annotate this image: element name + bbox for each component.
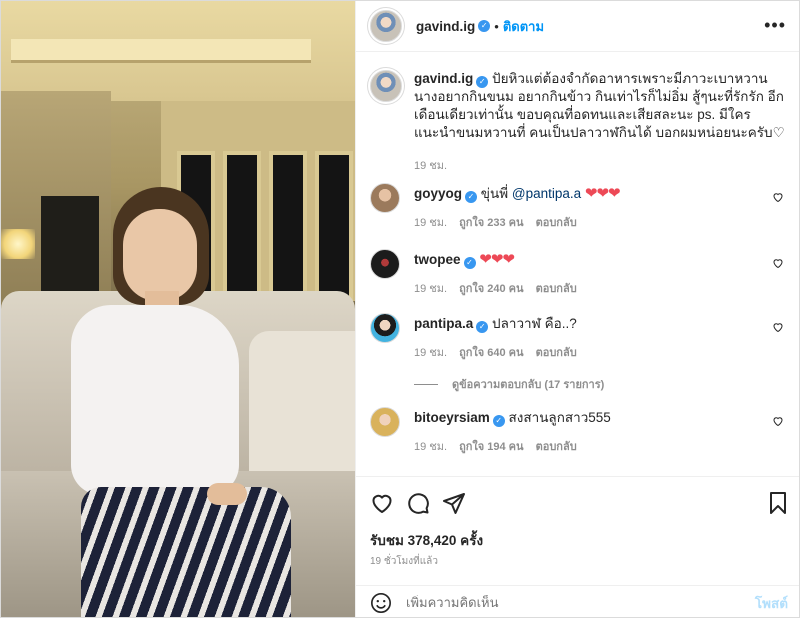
like-heart-icon[interactable]: [370, 491, 394, 515]
follow-button[interactable]: ติดตาม: [503, 16, 544, 37]
view-replies-button[interactable]: ดูข้อความตอบกลับ (17 รายการ): [414, 375, 604, 393]
caption-time[interactable]: 19 ชม.: [414, 156, 790, 174]
scene-lamp: [1, 229, 35, 259]
add-comment-bar: โพสต์: [356, 585, 799, 617]
replies-divider: [414, 383, 438, 385]
comment-item: pantipa.a ✓ ปลาวาฬ คือ..? 19 ชม. ถูกใจ 64…: [370, 313, 790, 361]
comment-meta: 19 ชม. ถูกใจ 233 คน ตอบกลับ: [414, 213, 790, 231]
comment-emoji: ❤❤❤: [584, 185, 621, 202]
comment-meta: 19 ชม. ถูกใจ 640 คน ตอบกลับ: [414, 343, 790, 361]
comment-input[interactable]: [406, 595, 755, 610]
instagram-post-window: gavind.ig ✓ • ติดตาม ••• gavind.ig ✓ ปัยห…: [0, 0, 800, 618]
commenter-avatar[interactable]: [370, 407, 400, 437]
commenter-avatar[interactable]: [370, 183, 400, 213]
comment-item: twopee ✓ ❤❤❤ 19 ชม. ถูกใจ 240 คน ตอบกลับ: [370, 249, 790, 297]
post-side-panel: gavind.ig ✓ • ติดตาม ••• gavind.ig ✓ ปัยห…: [355, 1, 799, 617]
verified-icon: ✓: [465, 191, 478, 203]
reply-button[interactable]: ตอบกลับ: [536, 213, 577, 231]
comment-text-line: twopee ✓ ❤❤❤: [414, 251, 790, 269]
comment-text-line: goyyog ✓ ขุ่นพี่ @pantipa.a ❤❤❤: [414, 185, 790, 203]
post-actions: รับชม 378,420 ครั้ง 19 ชั่วโมงที่แล้ว: [356, 476, 799, 588]
post-header: gavind.ig ✓ • ติดตาม •••: [356, 1, 799, 52]
caption-text-block: gavind.ig ✓ ปัยหิวแต่ต้องจำกัดอาหารเพราะม…: [414, 70, 790, 142]
comment-bubble-icon[interactable]: [406, 491, 430, 515]
comment-text-line: pantipa.a ✓ ปลาวาฬ คือ..?: [414, 315, 790, 333]
post-time-ago[interactable]: 19 ชั่วโมงที่แล้ว: [370, 554, 438, 569]
comment-likes[interactable]: ถูกใจ 194 คน: [459, 437, 523, 455]
comment-like-heart-icon[interactable]: [772, 415, 784, 427]
commenter-username[interactable]: twopee: [414, 252, 461, 267]
post-video[interactable]: [1, 1, 355, 617]
comment-likes[interactable]: ถูกใจ 640 คน: [459, 343, 523, 361]
comment-time[interactable]: 19 ชม.: [414, 437, 447, 455]
comment-meta: 19 ชม. ถูกใจ 194 คน ตอบกลับ: [414, 437, 790, 455]
comment-text: สงสานลูกสาว555: [508, 410, 611, 425]
reply-button[interactable]: ตอบกลับ: [536, 343, 577, 361]
comment-emoji: ❤❤❤: [479, 251, 515, 268]
separator-dot: •: [494, 18, 499, 34]
commenter-avatar[interactable]: [370, 249, 400, 279]
comment-likes[interactable]: ถูกใจ 240 คน: [459, 279, 523, 297]
view-replies-label: ดูข้อความตอบกลับ (17 รายการ): [452, 379, 605, 391]
view-count[interactable]: รับชม 378,420 ครั้ง: [370, 529, 483, 551]
comment-like-heart-icon[interactable]: [772, 321, 784, 333]
comment-time[interactable]: 19 ชม.: [414, 213, 447, 231]
verified-icon: ✓: [476, 76, 489, 88]
post-comment-button[interactable]: โพสต์: [755, 592, 788, 614]
comment-like-heart-icon[interactable]: [772, 257, 784, 269]
caption-avatar[interactable]: [370, 70, 402, 102]
verified-icon: ✓: [463, 257, 476, 269]
reply-button[interactable]: ตอบกลับ: [536, 437, 577, 455]
scene-ceiling: [1, 1, 355, 101]
comment-time[interactable]: 19 ชม.: [414, 343, 447, 361]
comment-text-line: bitoeyrsiam ✓ สงสานลูกสาว555: [414, 409, 790, 427]
verified-icon: ✓: [478, 20, 491, 32]
commenter-username[interactable]: pantipa.a: [414, 316, 473, 331]
commenter-username[interactable]: bitoeyrsiam: [414, 410, 490, 425]
save-bookmark-icon[interactable]: [766, 491, 790, 515]
commenter-username[interactable]: goyyog: [414, 186, 462, 201]
author-username[interactable]: gavind.ig: [416, 19, 475, 34]
comment-likes[interactable]: ถูกใจ 233 คน: [459, 213, 523, 231]
comments-scroll[interactable]: gavind.ig ✓ ปัยหิวแต่ต้องจำกัดอาหารเพราะม…: [356, 52, 799, 476]
more-options-icon[interactable]: •••: [764, 15, 786, 35]
verified-icon: ✓: [476, 321, 489, 333]
reply-button[interactable]: ตอบกลับ: [536, 279, 577, 297]
commenter-avatar[interactable]: [370, 313, 400, 343]
caption-username[interactable]: gavind.ig: [414, 71, 473, 86]
author-avatar[interactable]: [370, 10, 402, 42]
comment-item: goyyog ✓ ขุ่นพี่ @pantipa.a ❤❤❤ 19 ชม. ถู…: [370, 183, 790, 231]
scene-window: [315, 151, 353, 301]
scene-person: [71, 187, 291, 617]
post-caption: gavind.ig ✓ ปัยหิวแต่ต้องจำกัดอาหารเพราะม…: [370, 70, 790, 174]
comment-mention-link[interactable]: @pantipa.a: [512, 186, 581, 201]
emoji-icon[interactable]: [370, 592, 392, 614]
comment-meta: 19 ชม. ถูกใจ 240 คน ตอบกลับ: [414, 279, 790, 297]
comment-like-heart-icon[interactable]: [772, 191, 784, 203]
comment-text: ปลาวาฬ คือ..?: [492, 316, 577, 331]
verified-icon: ✓: [492, 415, 505, 427]
comment-time[interactable]: 19 ชม.: [414, 279, 447, 297]
comment-item: bitoeyrsiam ✓ สงสานลูกสาว555 19 ชม. ถูกใจ…: [370, 407, 790, 455]
comment-text: ขุ่นพี่: [480, 186, 512, 201]
share-send-icon[interactable]: [442, 491, 466, 515]
